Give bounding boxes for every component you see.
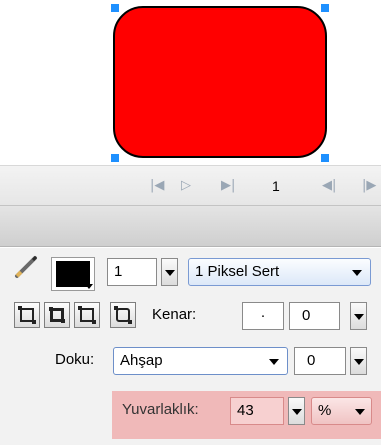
stroke-width-input[interactable]: 1 bbox=[107, 258, 157, 286]
corner-style-round-button[interactable] bbox=[110, 302, 136, 328]
selection-handle-top-right[interactable] bbox=[321, 4, 329, 12]
texture-value-input[interactable]: 0 bbox=[294, 347, 346, 375]
edge-blank-field[interactable]: · bbox=[242, 302, 284, 330]
chevron-down-icon bbox=[85, 284, 93, 289]
chevron-down-icon bbox=[355, 409, 365, 415]
thick-corner-icon bbox=[49, 307, 65, 323]
next-frame-icon[interactable]: |▶ bbox=[362, 178, 376, 194]
rounding-unit-select[interactable]: % bbox=[311, 397, 372, 425]
skip-start-icon[interactable]: |◀ bbox=[150, 178, 164, 194]
rounding-label: Yuvarlaklık: bbox=[122, 401, 199, 418]
stroke-width-spinner[interactable] bbox=[161, 258, 178, 286]
edge-spinner[interactable] bbox=[350, 302, 367, 330]
corner-style-square-button[interactable] bbox=[14, 302, 40, 328]
stroke-style-value: 1 Piksel Sert bbox=[195, 263, 280, 280]
playback-bar: |◀ ▷ ▶| 1 ◀| |▶ bbox=[0, 165, 381, 205]
corner-style-inner-button[interactable] bbox=[74, 302, 100, 328]
texture-label: Doku: bbox=[55, 351, 95, 368]
prev-frame-icon[interactable]: ◀| bbox=[322, 178, 336, 194]
drawing-canvas[interactable] bbox=[0, 0, 381, 165]
panel-header bbox=[0, 205, 381, 247]
rounding-unit-value: % bbox=[318, 402, 332, 419]
rounded-rectangle-shape[interactable] bbox=[113, 6, 327, 158]
play-icon[interactable]: ▷ bbox=[181, 178, 191, 194]
edge-label: Kenar: bbox=[152, 306, 197, 323]
texture-value: Ahşap bbox=[120, 352, 163, 369]
stroke-color-swatch[interactable] bbox=[51, 257, 95, 291]
inner-corner-icon bbox=[78, 306, 96, 324]
rounding-spinner[interactable] bbox=[288, 397, 305, 425]
selection-handle-bottom-right[interactable] bbox=[321, 154, 329, 162]
texture-spinner[interactable] bbox=[350, 347, 367, 375]
frame-number: 1 bbox=[272, 178, 280, 194]
corner-style-thick-button[interactable] bbox=[44, 302, 70, 328]
chevron-down-icon bbox=[352, 270, 362, 276]
texture-select[interactable]: Ahşap bbox=[113, 347, 288, 375]
selection-handle-bottom-left[interactable] bbox=[111, 154, 119, 162]
pencil-icon bbox=[15, 255, 38, 278]
square-corner-icon bbox=[18, 306, 36, 324]
stroke-style-select[interactable]: 1 Piksel Sert bbox=[188, 258, 371, 286]
edge-value-input[interactable]: 0 bbox=[289, 302, 340, 330]
chevron-down-icon bbox=[269, 359, 279, 365]
selection-handle-top-left[interactable] bbox=[111, 4, 119, 12]
skip-end-icon[interactable]: ▶| bbox=[221, 178, 235, 194]
rounding-value-input[interactable]: 43 bbox=[230, 397, 284, 425]
rounded-corner-icon bbox=[114, 306, 132, 324]
